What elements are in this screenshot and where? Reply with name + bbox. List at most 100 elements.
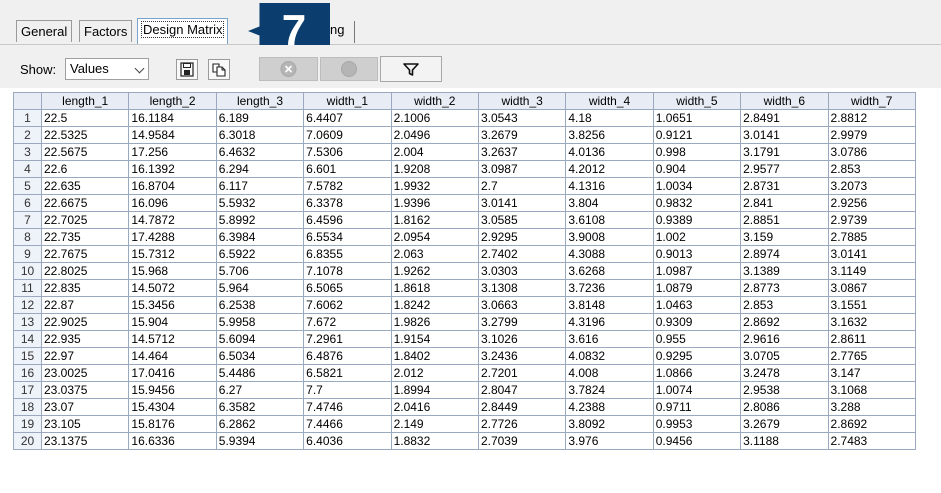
table-cell[interactable]: 14.5072 bbox=[128, 279, 217, 297]
column-header-width-1[interactable]: width_1 bbox=[303, 92, 392, 110]
table-cell[interactable]: 1.9262 bbox=[390, 262, 479, 280]
table-cell[interactable]: 0.9953 bbox=[652, 415, 742, 433]
table-cell[interactable]: 1.002 bbox=[652, 228, 742, 246]
table-cell[interactable]: 2.8491 bbox=[740, 109, 829, 127]
table-cell[interactable]: 15.9456 bbox=[128, 381, 217, 399]
table-cell[interactable]: 0.9711 bbox=[652, 398, 742, 416]
table-cell[interactable]: 4.0136 bbox=[565, 143, 654, 161]
table-cell[interactable]: 6.2862 bbox=[215, 415, 305, 433]
table-cell[interactable]: 14.464 bbox=[128, 347, 217, 365]
table-cell[interactable]: 1.0651 bbox=[652, 109, 742, 127]
table-cell[interactable]: 3.0141 bbox=[477, 194, 567, 212]
table-cell[interactable]: 0.9456 bbox=[652, 432, 742, 450]
save-button[interactable] bbox=[176, 59, 198, 80]
table-cell[interactable]: 6.3018 bbox=[215, 126, 305, 144]
table-cell[interactable]: 16.8704 bbox=[128, 177, 217, 195]
table-cell[interactable]: 6.294 bbox=[215, 160, 305, 178]
table-cell[interactable]: 2.9577 bbox=[740, 160, 829, 178]
filter-button[interactable] bbox=[380, 56, 442, 82]
table-cell[interactable]: 3.288 bbox=[827, 398, 916, 416]
table-cell[interactable]: 5.964 bbox=[215, 279, 305, 297]
table-cell[interactable]: 3.7236 bbox=[565, 279, 654, 297]
table-cell[interactable]: 17.256 bbox=[128, 143, 217, 161]
table-cell[interactable]: 15.3456 bbox=[128, 296, 217, 314]
table-cell[interactable]: 3.2799 bbox=[477, 313, 567, 331]
table-row[interactable]: 5 22.635 16.8704 6.117 7.5782 1.9932 2.7 4.1316… bbox=[13, 177, 916, 195]
table-cell[interactable]: 23.0375 bbox=[40, 381, 130, 399]
table-cell[interactable]: 0.9121 bbox=[652, 126, 742, 144]
table-cell[interactable]: 6.4876 bbox=[303, 347, 392, 365]
column-header-width-6[interactable]: width_6 bbox=[740, 92, 829, 110]
table-cell[interactable]: 2.063 bbox=[390, 245, 479, 263]
table-cell[interactable]: 2.8731 bbox=[740, 177, 829, 195]
table-cell[interactable]: 2.7201 bbox=[477, 364, 567, 382]
table-cell[interactable]: 2.8692 bbox=[827, 415, 916, 433]
table-cell[interactable]: 15.7312 bbox=[128, 245, 217, 263]
table-cell[interactable]: 6.5922 bbox=[215, 245, 305, 263]
table-cell[interactable]: 6.5034 bbox=[215, 347, 305, 365]
table-row[interactable]: 7 22.7025 14.7872 5.8992 6.4596 1.8162 3.0585 3… bbox=[13, 211, 916, 229]
table-cell[interactable]: 7.6062 bbox=[303, 296, 392, 314]
table-cell[interactable]: 2.9538 bbox=[740, 381, 829, 399]
table-row[interactable]: 11 22.835 14.5072 5.964 6.5065 1.8618 3.1308 3.… bbox=[13, 279, 916, 297]
table-row[interactable]: 19 23.105 15.8176 6.2862 7.4466 2.149 2.7726 3.… bbox=[13, 415, 916, 433]
table-cell[interactable]: 3.2073 bbox=[827, 177, 916, 195]
table-cell[interactable]: 2.841 bbox=[740, 194, 829, 212]
table-cell[interactable]: 3.1389 bbox=[740, 262, 829, 280]
table-cell[interactable]: 5.8992 bbox=[215, 211, 305, 229]
table-cell[interactable]: 1.0879 bbox=[652, 279, 742, 297]
table-row[interactable]: 15 22.97 14.464 6.5034 6.4876 1.8402 3.2436 4.0… bbox=[13, 347, 916, 365]
table-cell[interactable]: 3.0141 bbox=[740, 126, 829, 144]
table-cell[interactable]: 3.2679 bbox=[477, 126, 567, 144]
table-cell[interactable]: 3.6108 bbox=[565, 211, 654, 229]
table-row[interactable]: 20 23.1375 16.6336 5.9394 6.4036 1.8832 2.7039… bbox=[13, 432, 916, 450]
table-row[interactable]: 9 22.7675 15.7312 6.5922 6.8355 2.063 2.7402 4.… bbox=[13, 245, 916, 263]
table-cell[interactable]: 4.008 bbox=[565, 364, 654, 382]
table-cell[interactable]: 1.9932 bbox=[390, 177, 479, 195]
column-header-width-7[interactable]: width_7 bbox=[827, 92, 916, 110]
column-header-length-3[interactable]: length_3 bbox=[215, 92, 305, 110]
table-cell[interactable]: 6.3984 bbox=[215, 228, 305, 246]
table-cell[interactable]: 5.6094 bbox=[215, 330, 305, 348]
table-cell[interactable]: 2.9739 bbox=[827, 211, 916, 229]
table-cell[interactable]: 17.4288 bbox=[128, 228, 217, 246]
table-cell[interactable]: 2.1006 bbox=[390, 109, 479, 127]
row-number[interactable]: 15 bbox=[13, 347, 42, 365]
row-number[interactable]: 3 bbox=[13, 143, 42, 161]
row-number[interactable]: 6 bbox=[13, 194, 42, 212]
table-cell[interactable]: 6.3378 bbox=[303, 194, 392, 212]
table-cell[interactable]: 1.0034 bbox=[652, 177, 742, 195]
column-header-width-2[interactable]: width_2 bbox=[390, 92, 479, 110]
table-cell[interactable]: 3.1068 bbox=[827, 381, 916, 399]
table-cell[interactable]: 22.9025 bbox=[40, 313, 130, 331]
table-cell[interactable]: 0.9309 bbox=[652, 313, 742, 331]
table-cell[interactable]: 15.968 bbox=[128, 262, 217, 280]
table-cell[interactable]: 22.6675 bbox=[40, 194, 130, 212]
table-cell[interactable]: 1.8832 bbox=[390, 432, 479, 450]
table-row[interactable]: 2 22.5325 14.9584 6.3018 7.0609 2.0496 3.2679 3… bbox=[13, 126, 916, 144]
table-cell[interactable]: 2.8851 bbox=[740, 211, 829, 229]
copy-button[interactable] bbox=[208, 59, 230, 80]
table-cell[interactable]: 0.955 bbox=[652, 330, 742, 348]
table-cell[interactable]: 3.2679 bbox=[740, 415, 829, 433]
table-cell[interactable]: 1.8242 bbox=[390, 296, 479, 314]
row-number[interactable]: 2 bbox=[13, 126, 42, 144]
table-cell[interactable]: 3.159 bbox=[740, 228, 829, 246]
table-cell[interactable]: 6.5821 bbox=[303, 364, 392, 382]
table-cell[interactable]: 2.7765 bbox=[827, 347, 916, 365]
table-cell[interactable]: 1.0074 bbox=[652, 381, 742, 399]
table-cell[interactable]: 4.3196 bbox=[565, 313, 654, 331]
table-row[interactable]: 13 22.9025 15.904 5.9958 7.672 1.9826 3.2799 4.… bbox=[13, 313, 916, 331]
table-cell[interactable]: 0.9013 bbox=[652, 245, 742, 263]
table-cell[interactable]: 2.8047 bbox=[477, 381, 567, 399]
table-cell[interactable]: 6.3582 bbox=[215, 398, 305, 416]
table-cell[interactable]: 3.616 bbox=[565, 330, 654, 348]
table-cell[interactable]: 14.7872 bbox=[128, 211, 217, 229]
table-cell[interactable]: 15.4304 bbox=[128, 398, 217, 416]
table-cell[interactable]: 2.0496 bbox=[390, 126, 479, 144]
table-cell[interactable]: 3.2478 bbox=[740, 364, 829, 382]
table-cell[interactable]: 22.735 bbox=[40, 228, 130, 246]
table-row[interactable]: 1 22.5 16.1184 6.189 6.4407 2.1006 3.0543 4.18 1… bbox=[13, 109, 916, 127]
table-row[interactable]: 18 23.07 15.4304 6.3582 7.4746 2.0416 2.8449 4.… bbox=[13, 398, 916, 416]
table-cell[interactable]: 15.8176 bbox=[128, 415, 217, 433]
